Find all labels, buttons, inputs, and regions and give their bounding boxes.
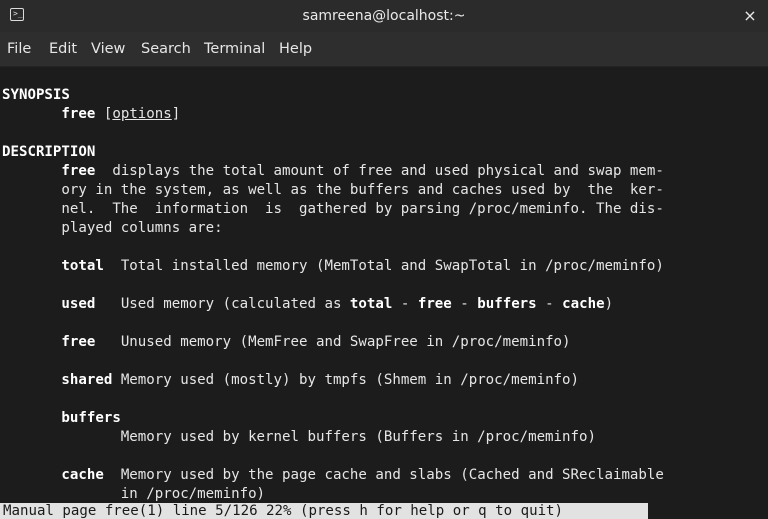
menu-search[interactable]: Search [141,32,191,66]
description-line-3: nel. The information is gathered by pars… [61,201,664,217]
menu-edit[interactable]: Edit [49,32,77,66]
description-heading: DESCRIPTION [2,144,96,160]
menu-help[interactable]: Help [279,32,312,66]
description-line-4: played columns are: [61,220,223,236]
column-buffers: buffers [61,410,121,426]
terminal-output[interactable]: SYNOPSIS free [options] DESCRIPTION free… [0,67,768,519]
window-title: samreena@localhost:~ [302,8,466,24]
close-icon[interactable]: × [740,6,760,26]
pager-status-line: Manual page free(1) line 5/126 22% (pres… [0,503,648,519]
description-line-1: free displays the total amount of free a… [61,163,664,179]
column-cache-desc: in /proc/meminfo) [120,486,266,502]
menu-view[interactable]: View [91,32,125,66]
column-used: used Used memory (calculated as total - … [61,296,614,312]
column-buffers-desc: Memory used by kernel buffers (Buffers i… [120,429,596,445]
menu-terminal[interactable]: Terminal [204,32,265,66]
title-bar[interactable]: >_ samreena@localhost:~ × [0,0,768,32]
column-free: free Unused memory (MemFree and SwapFree… [61,334,571,350]
synopsis-heading: SYNOPSIS [2,87,70,103]
column-cache: cache Memory used by the page cache and … [61,467,664,483]
synopsis-line: free [options] [61,106,181,122]
menu-bar: File Edit View Search Terminal Help [0,32,768,67]
column-shared: shared Memory used (mostly) by tmpfs (Sh… [61,372,580,388]
terminal-window: >_ samreena@localhost:~ × File Edit View… [0,0,768,519]
column-total: total Total installed memory (MemTotal a… [61,258,664,274]
description-line-2: ory in the system, as well as the buffer… [61,182,664,198]
menu-file[interactable]: File [7,32,31,66]
